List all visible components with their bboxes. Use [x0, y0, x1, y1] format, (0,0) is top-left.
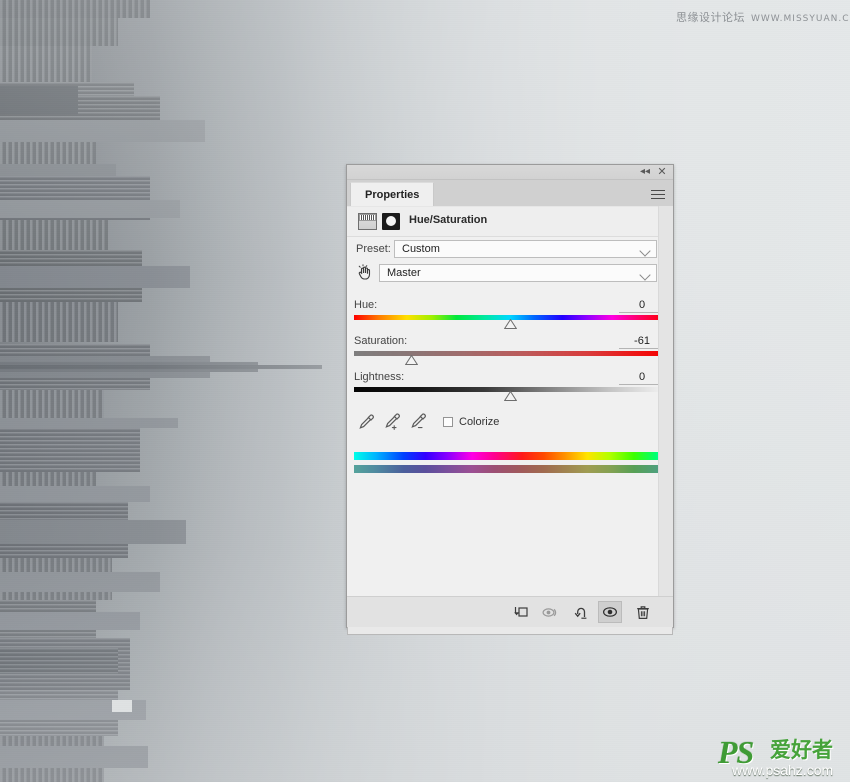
hue-saturation-adjustment-icon[interactable] — [358, 213, 377, 230]
layer-mask-icon[interactable] — [382, 213, 400, 230]
eyedropper-icon[interactable] — [357, 412, 376, 431]
panel-footer-toolbar — [347, 596, 673, 634]
toggle-visibility-button[interactable] — [598, 601, 622, 623]
preset-row: Preset: Custom — [347, 237, 673, 261]
hue-slider-thumb[interactable] — [504, 319, 517, 329]
preset-dropdown[interactable]: Custom — [394, 240, 657, 258]
channel-dropdown[interactable]: Master — [379, 264, 657, 282]
clip-to-layer-button[interactable] — [508, 601, 532, 623]
slider-saturation: Saturation: -61 — [347, 335, 673, 369]
eyedropper-minus-icon[interactable] — [409, 412, 428, 431]
panel-menu-icon[interactable] — [651, 187, 665, 202]
watermark-top: 思缘设计论坛 WWW.MISSYUAN.COM — [676, 9, 850, 25]
chevron-down-icon — [639, 245, 651, 257]
on-image-adjustment-hand-icon[interactable] — [356, 264, 373, 281]
logo-url-text: www.psahz.com — [732, 762, 834, 778]
collapse-double-arrow-icon[interactable]: ◂◂ — [639, 166, 651, 178]
reset-button[interactable] — [568, 601, 592, 623]
saturation-slider-track[interactable] — [354, 351, 665, 356]
adjustment-header: Hue/Saturation — [347, 207, 673, 237]
watermark-psahz-logo: PS 爱好者 www.psahz.com — [718, 736, 844, 778]
eyedropper-row: Colorize — [347, 412, 673, 434]
preset-label: Preset: — [356, 243, 391, 255]
panel-bottom-edge — [347, 627, 673, 635]
panel-body: Hue/Saturation Preset: Custom Master Hue… — [347, 206, 673, 597]
lightness-slider-thumb[interactable] — [504, 391, 517, 401]
panel-titlebar[interactable]: ◂◂ ✕ — [347, 165, 673, 180]
logo-cn-text: 爱好者 — [770, 738, 833, 762]
view-previous-state-button[interactable] — [538, 601, 562, 623]
panel-tab-strip: Properties — [347, 180, 673, 207]
adjustment-title: Hue/Saturation — [409, 214, 488, 226]
close-icon[interactable]: ✕ — [656, 166, 668, 178]
preset-value: Custom — [402, 243, 440, 255]
channel-row: Master — [347, 261, 673, 286]
colorize-checkbox[interactable] — [443, 417, 453, 427]
panel-vertical-scrollbar[interactable] — [658, 206, 673, 597]
saturation-slider-thumb[interactable] — [404, 355, 418, 365]
tab-properties[interactable]: Properties — [350, 182, 435, 207]
colorize-label: Colorize — [459, 416, 500, 428]
source-hue-spectrum — [354, 452, 665, 460]
result-hue-spectrum — [354, 465, 665, 473]
channel-value: Master — [387, 267, 421, 279]
slider-lightness: Lightness: 0 — [347, 371, 673, 405]
slider-hue: Hue: 0 — [347, 299, 673, 333]
chevron-down-icon — [639, 269, 651, 281]
delete-layer-button[interactable] — [631, 601, 655, 623]
watermark-forum-name: 思缘设计论坛 — [676, 11, 745, 24]
lightness-label: Lightness: — [354, 371, 405, 383]
properties-panel: ◂◂ ✕ Properties Hue/Saturation Preset: C… — [346, 164, 674, 635]
hue-label: Hue: — [354, 299, 378, 311]
watermark-forum-url: WWW.MISSYUAN.COM — [751, 14, 850, 24]
saturation-label: Saturation: — [354, 335, 408, 347]
eyedropper-plus-icon[interactable] — [383, 412, 402, 431]
